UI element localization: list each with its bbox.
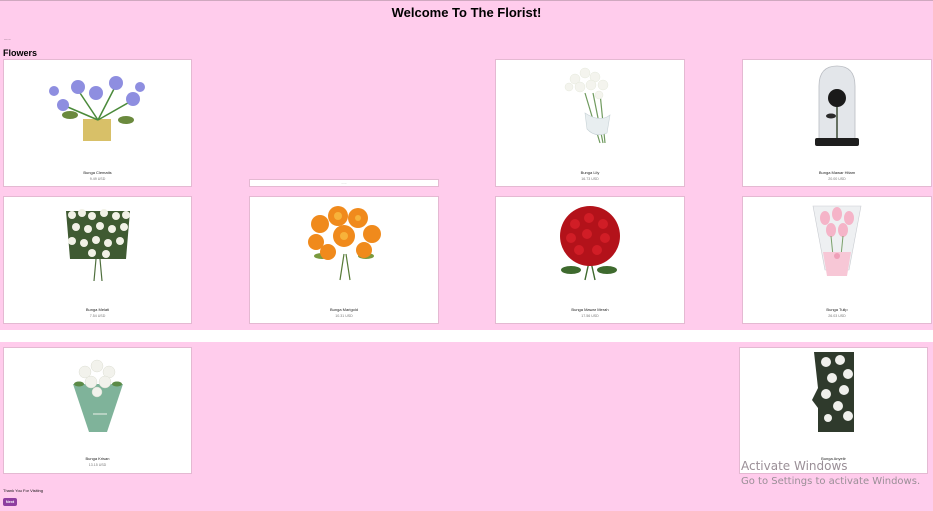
marigold-flower-image (308, 206, 381, 281)
product-name: Bunga Krisan (85, 456, 110, 461)
jasmine-flower-image (65, 209, 130, 282)
thanks-text: Thank You For Visiting (3, 488, 43, 493)
product-card-lily[interactable]: Bunga Lily 16.73 USD (495, 59, 685, 187)
product-price: 7.54 USD (89, 314, 106, 318)
product-card-melati[interactable]: Bunga Melati 7.54 USD (3, 196, 192, 324)
product-price: 16.73 USD (581, 177, 599, 181)
product-price: 10.31 USD (335, 314, 353, 318)
product-card-collapsed[interactable]: ...... (249, 179, 439, 187)
product-price: 26.03 USD (828, 314, 846, 318)
product-card-anyelir[interactable]: Bunga Anyelir (739, 347, 928, 474)
lily-flower-image (564, 67, 611, 144)
collapsed-card-label: ...... (341, 181, 347, 185)
clematis-flower-image (48, 76, 145, 141)
next-button[interactable]: Next (3, 498, 17, 506)
product-name: Bunga Clematis (83, 170, 112, 175)
product-price: 17.56 USD (581, 314, 599, 318)
product-card-mawar-hitam[interactable]: Bunga Mawar Hitam 20.00 USD (742, 59, 932, 187)
activate-windows-watermark-subtitle: Go to Settings to activate Windows. (741, 476, 921, 487)
product-price: 20.00 USD (828, 177, 846, 181)
product-card-clematis[interactable]: Bunga Clematis 9.49 USD (3, 59, 192, 187)
product-name: Bunga Mawar Merah (571, 307, 609, 312)
product-name: Bunga Lily (580, 170, 600, 175)
tiny-marker-text: ...... (4, 36, 11, 41)
carnation-flower-image (811, 352, 854, 432)
tulip-bouquet-image (812, 205, 862, 276)
product-card-marigold[interactable]: Bunga Marigold 10.31 USD (249, 196, 439, 324)
page-title: Welcome To The Florist! (391, 5, 542, 20)
activate-windows-watermark-title: Activate Windows (741, 459, 848, 473)
red-rose-image (560, 206, 620, 281)
product-name: Bunga Melati (85, 307, 110, 312)
product-price: 9.49 USD (89, 177, 106, 181)
chrysanthemum-bouquet-image (72, 359, 123, 432)
product-price: 13.15 USD (88, 463, 107, 467)
section-divider-band (0, 330, 933, 342)
page: Welcome To The Florist! ...... Flowers B… (0, 0, 933, 511)
top-divider (0, 0, 933, 1)
product-card-tulip[interactable]: Bunga Tulip 26.03 USD (742, 196, 932, 324)
black-rose-image (815, 65, 859, 146)
product-name: Bunga Mawar Hitam (818, 170, 856, 175)
product-name: Bunga Tulip (826, 307, 848, 312)
product-card-mawar-merah[interactable]: Bunga Mawar Merah 17.56 USD (495, 196, 685, 324)
product-card-krisan[interactable]: Bunga Krisan 13.15 USD (3, 347, 192, 474)
section-title: Flowers (3, 48, 38, 58)
product-name: Bunga Marigold (329, 307, 359, 312)
